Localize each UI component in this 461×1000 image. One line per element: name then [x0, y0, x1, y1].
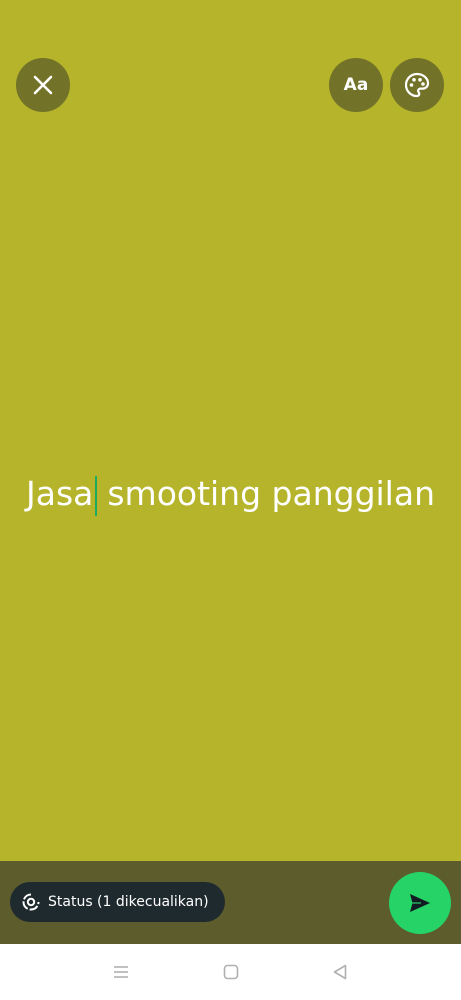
home-icon: [223, 964, 239, 980]
color-palette-button[interactable]: [390, 58, 444, 112]
font-style-button[interactable]: Aa: [329, 58, 383, 112]
close-button[interactable]: [16, 58, 70, 112]
system-navigation-bar: [0, 944, 461, 1000]
back-icon: [333, 964, 347, 980]
menu-icon: [114, 966, 128, 978]
bottom-bar: Status (1 dikecualikan): [0, 861, 461, 944]
audience-selector[interactable]: Status (1 dikecualikan): [10, 882, 225, 922]
status-ring-icon: [22, 893, 40, 911]
status-compose-screen: Aa Jasa smooting panggilan Status (1 dike…: [0, 0, 461, 1000]
text-cursor: [95, 475, 98, 516]
status-text-input[interactable]: Jasa smooting panggilan: [0, 474, 461, 516]
status-text-part2: smooting panggilan: [107, 474, 435, 513]
audience-label: Status (1 dikecualikan): [48, 894, 209, 910]
palette-icon: [404, 72, 430, 98]
send-icon: [410, 894, 430, 912]
nav-home-button[interactable]: [220, 962, 242, 982]
nav-menu-button[interactable]: [110, 962, 132, 982]
font-style-label: Aa: [343, 75, 369, 95]
send-button[interactable]: [389, 872, 451, 934]
status-text-part1: Jasa: [25, 474, 94, 513]
close-icon: [33, 75, 53, 95]
nav-back-button[interactable]: [329, 962, 351, 982]
